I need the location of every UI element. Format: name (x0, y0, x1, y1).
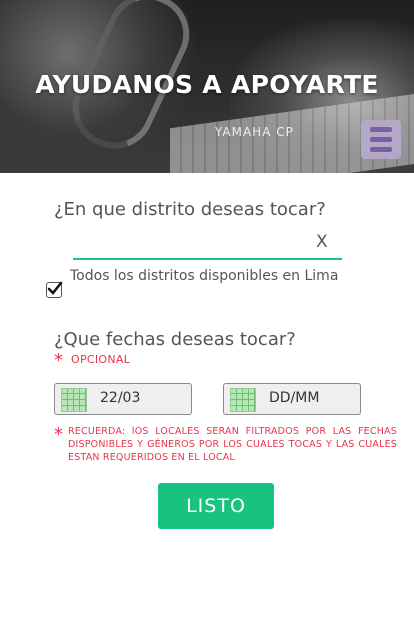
hamburger-menu-button[interactable] (361, 120, 401, 159)
hamburger-menu-icon-middle (370, 137, 392, 142)
checkmark-icon (47, 281, 63, 295)
hamburger-menu-icon-bottom (370, 147, 392, 152)
district-input[interactable] (73, 230, 342, 260)
required-asterisk: * (54, 350, 63, 371)
clear-district-button[interactable]: X (316, 232, 328, 252)
keyboard-brand-text: YAMAHA CP (215, 125, 294, 139)
end-date-placeholder: DD/MM (269, 390, 320, 406)
start-date-field[interactable]: 22/03 (54, 383, 192, 415)
all-districts-checkbox[interactable] (46, 281, 63, 298)
filter-note: RECUERDA: lOS LOCALES SERAN FILTRADOS PO… (68, 426, 397, 463)
calendar-icon (61, 388, 87, 412)
all-districts-label: Todos los distritos disponibles en Lima (70, 268, 339, 284)
district-question: ¿En que distrito deseas tocar? (54, 199, 326, 220)
hamburger-menu-icon (370, 127, 392, 132)
submit-button[interactable]: LISTO (158, 483, 274, 529)
calendar-icon (230, 388, 256, 412)
optional-label: OPCIONAL (71, 353, 131, 366)
end-date-field[interactable]: DD/MM (223, 383, 361, 415)
hero-banner: YAMAHA CP AYUDANOS A APOYARTE (0, 0, 414, 173)
page-title: AYUDANOS A APOYARTE (35, 70, 379, 99)
start-date-value: 22/03 (100, 390, 141, 406)
note-asterisk: * (54, 424, 63, 445)
dates-question: ¿Que fechas deseas tocar? (54, 329, 296, 350)
